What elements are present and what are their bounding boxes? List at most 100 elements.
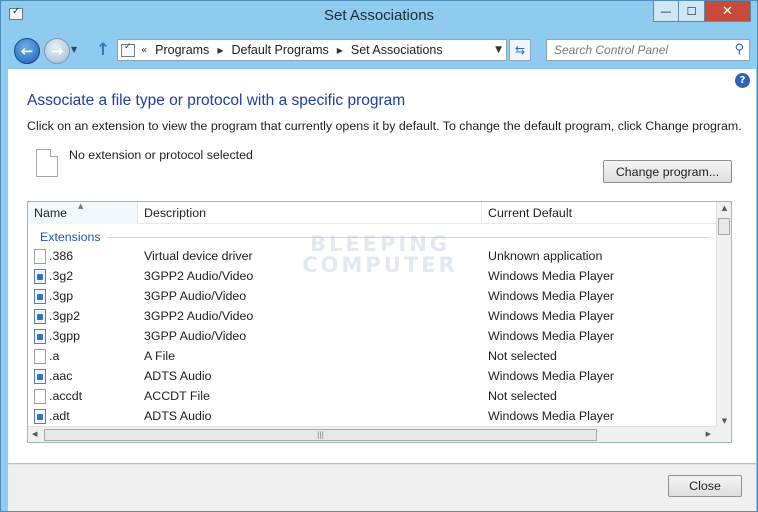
search-icon[interactable]: ⚲: [734, 42, 744, 57]
search-box[interactable]: ⚲: [546, 39, 750, 61]
cell-extension: .3g2: [28, 268, 138, 284]
control-panel-icon: [121, 42, 135, 57]
cell-extension: .3gpp: [28, 328, 138, 344]
cell-description: 3GPP2 Audio/Video: [144, 309, 254, 323]
set-associations-window: Set Associations — ☐ ✕ ← → ▼ ↑ « Program…: [0, 0, 758, 512]
extension-label: .386: [49, 249, 74, 263]
column-header-current-default[interactable]: Current Default: [482, 202, 716, 224]
breadcrumb-default-programs[interactable]: Default Programs: [231, 43, 328, 57]
media-file-icon: [34, 328, 46, 344]
cell-extension: .accdt: [28, 388, 138, 404]
breadcrumb-set-associations[interactable]: Set Associations: [351, 43, 443, 57]
cell-current-default: Not selected: [488, 349, 557, 363]
forward-button[interactable]: →: [44, 38, 70, 64]
vertical-scrollbar[interactable]: ▲ ▼: [716, 202, 731, 427]
file-icon: [34, 348, 46, 364]
cell-description: ACCDT File: [144, 389, 210, 403]
cell-current-default: Unknown application: [488, 249, 603, 263]
up-level-button[interactable]: ↑: [93, 40, 113, 60]
vertical-scroll-thumb[interactable]: [718, 218, 730, 235]
list-item[interactable]: .adt ADTS Audio Windows Media Player: [28, 406, 716, 426]
media-file-icon: [34, 408, 46, 424]
cell-extension: .a: [28, 348, 138, 364]
column-header-description[interactable]: Description: [138, 202, 482, 224]
back-button[interactable]: ←: [14, 38, 40, 64]
list-item[interactable]: .aac ADTS Audio Windows Media Player: [28, 366, 716, 386]
media-file-icon: [34, 308, 46, 324]
list-item[interactable]: .3gp 3GPP Audio/Video Windows Media Play…: [28, 286, 716, 306]
address-history-dropdown-icon[interactable]: ▼: [495, 45, 502, 55]
breadcrumb-separator-arrow-icon[interactable]: ▶: [217, 46, 223, 55]
change-program-button[interactable]: Change program...: [603, 160, 732, 183]
scroll-left-arrow-icon[interactable]: ◀: [32, 430, 37, 438]
extension-label: .3gpp: [49, 329, 81, 343]
media-file-icon: [34, 288, 46, 304]
refresh-button[interactable]: ⇆: [509, 39, 531, 61]
recent-locations-dropdown[interactable]: ▼: [71, 45, 77, 54]
media-file-icon: [34, 368, 46, 384]
extension-label: .3gp2: [49, 309, 81, 323]
cell-extension: .adt: [28, 408, 138, 424]
extension-label: .3g2: [49, 269, 74, 283]
cell-description: ADTS Audio: [144, 369, 212, 383]
horizontal-scroll-thumb[interactable]: |||: [44, 429, 597, 441]
cell-description: ADTS Audio: [144, 409, 212, 423]
cell-extension: .aac: [28, 368, 138, 384]
cell-current-default: Windows Media Player: [488, 289, 615, 303]
selected-extension-text: No extension or protocol selected: [69, 148, 253, 162]
cell-current-default: Windows Media Player: [488, 329, 615, 343]
cell-current-default: Not selected: [488, 389, 557, 403]
extension-label: .3gp: [49, 289, 74, 303]
help-icon[interactable]: ?: [735, 73, 750, 88]
cell-current-default: Windows Media Player: [488, 309, 615, 323]
column-header-name-label: Name: [34, 206, 68, 220]
close-window-button[interactable]: ✕: [705, 1, 751, 22]
scrollbar-corner: [716, 426, 731, 442]
watermark-line-1: BLEEPING: [309, 232, 451, 256]
window-title: Set Associations: [323, 7, 435, 24]
title-bar[interactable]: Set Associations — ☐ ✕: [1, 1, 757, 31]
list-item[interactable]: .3gp2 3GPP2 Audio/Video Windows Media Pl…: [28, 306, 716, 326]
cell-description: 3GPP Audio/Video: [144, 329, 247, 343]
breadcrumb-programs[interactable]: Programs: [155, 43, 209, 57]
column-headers: ▲ Name Description Current Default: [28, 202, 716, 224]
scroll-down-arrow-icon[interactable]: ▼: [717, 417, 731, 425]
cell-description: 3GPP Audio/Video: [144, 289, 247, 303]
group-label: Extensions: [40, 230, 101, 244]
instructions-text: Click on an extension to view the progra…: [27, 119, 742, 133]
page-heading: Associate a file type or protocol with a…: [27, 92, 406, 109]
navigation-bar: ← → ▼ ↑ « Programs ▶ Default Programs ▶ …: [1, 31, 757, 69]
list-item[interactable]: .accdt ACCDT File Not selected: [28, 386, 716, 406]
extension-label: .accdt: [49, 389, 83, 403]
close-button[interactable]: Close: [668, 475, 742, 497]
media-file-icon: [34, 268, 46, 284]
cell-current-default: Windows Media Player: [488, 269, 615, 283]
address-chevron[interactable]: «: [141, 45, 147, 56]
watermark-line-2: COMPUTER: [302, 253, 458, 277]
blank-file-icon: [36, 149, 58, 177]
sort-ascending-icon: ▲: [78, 202, 84, 210]
horizontal-scrollbar[interactable]: ◀ ||| ▶: [28, 426, 716, 442]
file-icon: [34, 388, 46, 404]
maximize-button[interactable]: ☐: [679, 1, 705, 22]
scroll-right-arrow-icon[interactable]: ▶: [706, 430, 711, 438]
cell-extension: .3gp: [28, 288, 138, 304]
search-input[interactable]: [547, 40, 727, 60]
list-item[interactable]: .a A File Not selected: [28, 346, 716, 366]
cell-extension: .386: [28, 248, 138, 264]
cell-description: A File: [144, 349, 175, 363]
address-bar[interactable]: « Programs ▶ Default Programs ▶ Set Asso…: [117, 39, 507, 61]
column-header-name[interactable]: ▲ Name: [28, 202, 138, 224]
list-item[interactable]: .3gpp 3GPP Audio/Video Windows Media Pla…: [28, 326, 716, 346]
extension-label: .a: [49, 349, 60, 363]
extension-label: .adt: [49, 409, 70, 423]
dialog-footer: Close: [8, 464, 756, 511]
file-icon: [34, 248, 46, 264]
scroll-up-arrow-icon[interactable]: ▲: [717, 204, 731, 212]
cell-extension: .3gp2: [28, 308, 138, 324]
breadcrumb-separator-arrow-icon[interactable]: ▶: [337, 46, 343, 55]
cell-current-default: Windows Media Player: [488, 369, 615, 383]
minimize-button[interactable]: —: [653, 1, 679, 22]
main-content: ? Associate a file type or protocol with…: [8, 69, 756, 463]
watermark: BLEEPING COMPUTER: [290, 234, 470, 276]
